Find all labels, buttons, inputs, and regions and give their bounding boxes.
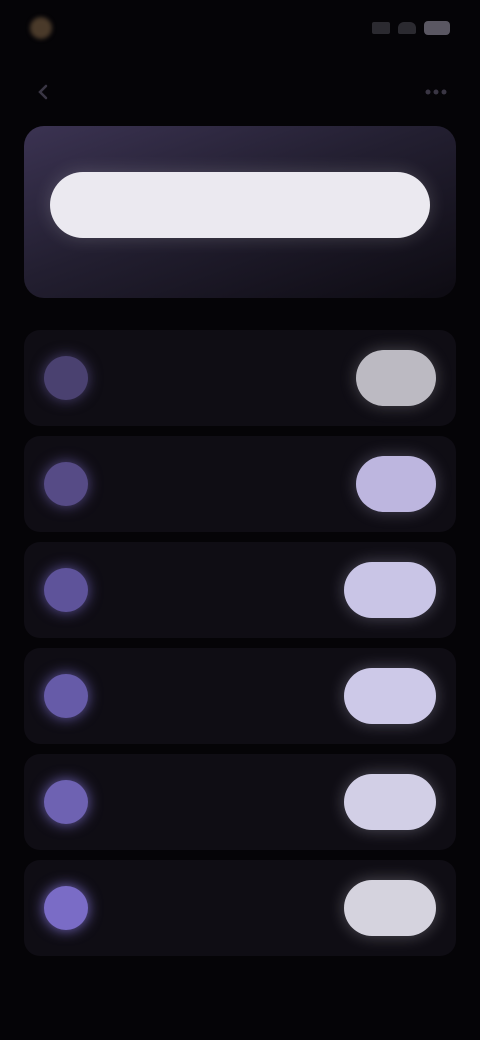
chevron-left-icon: [38, 84, 48, 100]
more-icon: [425, 89, 447, 95]
hero-card: [24, 126, 456, 298]
battery-icon: [424, 21, 450, 35]
list-item-text: [110, 798, 344, 806]
back-button[interactable]: [26, 74, 62, 110]
circle-icon: [44, 886, 88, 930]
list-item[interactable]: [24, 542, 456, 638]
circle-icon: [44, 462, 88, 506]
status-left: [30, 17, 62, 39]
list-item[interactable]: [24, 860, 456, 956]
status-bar: [0, 0, 480, 56]
list-item-action-button[interactable]: [356, 456, 436, 512]
primary-action-button[interactable]: [50, 172, 430, 238]
list-item[interactable]: [24, 648, 456, 744]
list-item-action-button[interactable]: [344, 562, 436, 618]
list-item[interactable]: [24, 754, 456, 850]
circle-icon: [44, 674, 88, 718]
list-item-action-button[interactable]: [344, 880, 436, 936]
list-item-text: [110, 586, 344, 594]
notification-dot-icon: [30, 17, 52, 39]
signal-icon: [372, 22, 390, 34]
list-item-action-button[interactable]: [356, 350, 436, 406]
list-item-action-button[interactable]: [344, 774, 436, 830]
more-button[interactable]: [418, 74, 454, 110]
list-item-text: [110, 904, 344, 912]
circle-icon: [44, 780, 88, 824]
nav-bar: [0, 64, 480, 120]
status-icons: [372, 21, 450, 35]
wifi-icon: [398, 22, 416, 34]
list-item[interactable]: [24, 330, 456, 426]
list-item-action-button[interactable]: [344, 668, 436, 724]
list-item-text: [110, 480, 356, 488]
item-list: [24, 330, 456, 966]
circle-icon: [44, 356, 88, 400]
circle-icon: [44, 568, 88, 612]
list-item-text: [110, 374, 356, 382]
list-item[interactable]: [24, 436, 456, 532]
list-item-text: [110, 692, 344, 700]
